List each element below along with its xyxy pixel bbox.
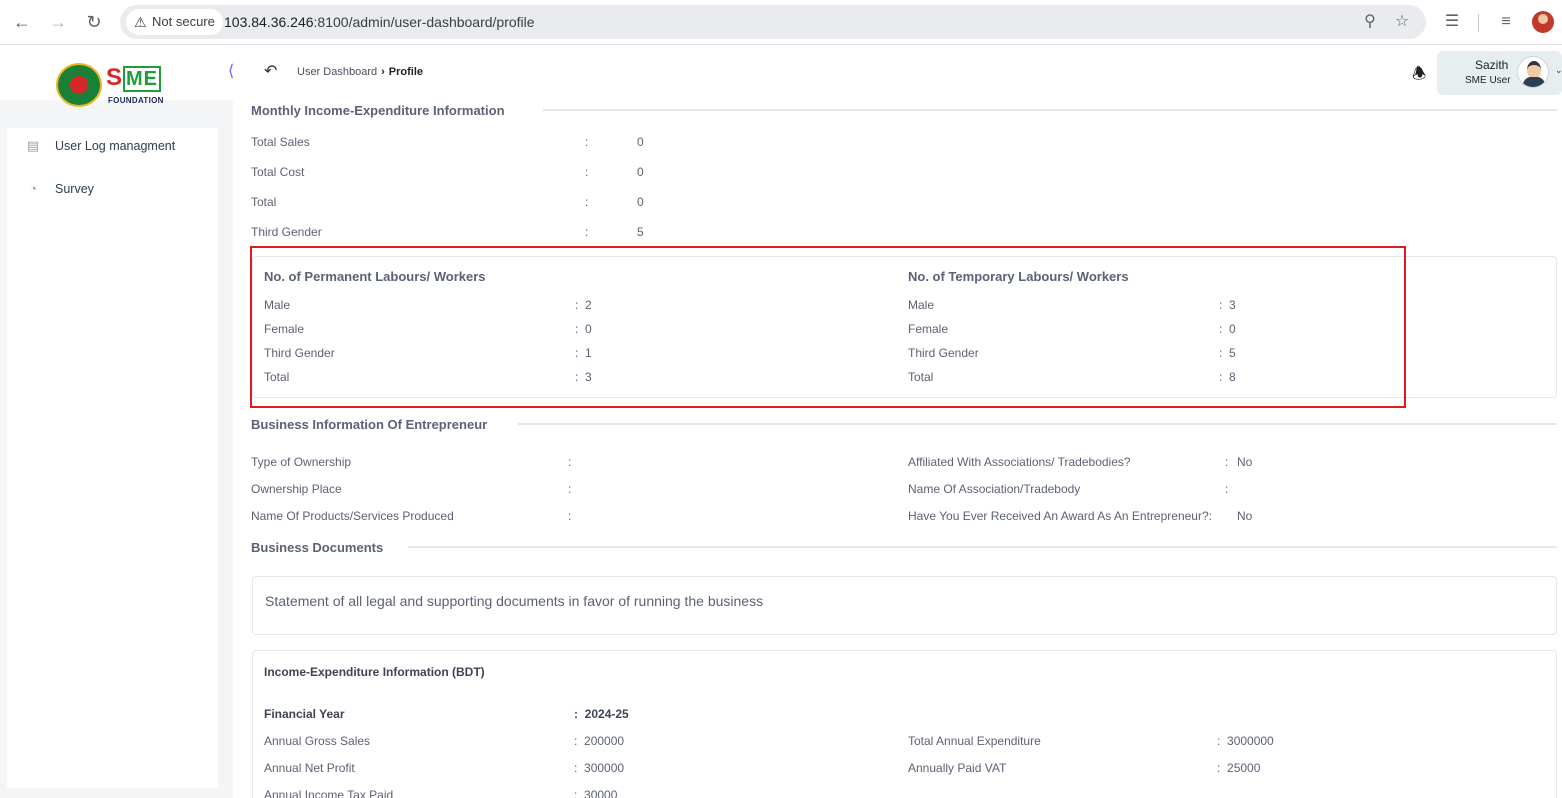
user-name: Sazith (1475, 58, 1509, 72)
colon: : (585, 225, 589, 239)
business-label: Have You Ever Received An Award As An En… (908, 509, 1212, 523)
monthly-value: 5 (637, 225, 644, 239)
address-bar[interactable]: ⚠ Not secure 103.84.36.246:8100/admin/us… (120, 5, 1426, 39)
financial-year-row: : 2024-25 (574, 707, 629, 721)
section-title-business: Business Information Of Entrepreneur (251, 417, 488, 432)
section-title-monthly: Monthly Income-Expenditure Information (251, 103, 505, 118)
monthly-value: 0 (637, 165, 644, 179)
profile-content: Monthly Income-Expenditure Information T… (233, 100, 1562, 798)
toolbar-divider (1478, 14, 1479, 32)
undo-back-icon[interactable]: ↶ (264, 61, 277, 81)
section-divider (543, 109, 1557, 111)
profile-avatar-icon[interactable] (1532, 11, 1554, 33)
section-title-documents: Business Documents (251, 540, 384, 555)
media-queue-icon[interactable]: ≡ (1494, 10, 1518, 34)
colon: : (1225, 455, 1229, 469)
emblem-icon (56, 63, 102, 107)
avatar (1517, 56, 1549, 88)
business-label: Type of Ownership (251, 455, 352, 469)
breadcrumb-current: Profile (388, 66, 423, 78)
business-label: Name Of Products/Services Produced (251, 509, 454, 523)
extensions-icon[interactable]: ☰ (1440, 10, 1464, 34)
logo-me: ME (123, 66, 162, 92)
income-value-row: : 3000000 (1217, 734, 1274, 748)
business-label: Ownership Place (251, 482, 342, 496)
logo-subtitle: FOUNDATION (108, 96, 164, 105)
financial-year-value: 2024-25 (584, 707, 629, 721)
logo-text: S ME (106, 64, 162, 92)
colon: : (568, 509, 572, 523)
income-title: Income-Expenditure Information (BDT) (264, 665, 485, 679)
log-icon: ▤ (26, 138, 40, 153)
breadcrumb-parent[interactable]: User Dashboard (297, 66, 377, 78)
income-value-row: : 300000 (574, 761, 625, 775)
income-value: 300000 (584, 761, 625, 775)
breadcrumb: User Dashboard › Profile (297, 66, 423, 78)
section-divider (408, 546, 1557, 548)
forward-arrow-icon[interactable]: → (46, 10, 70, 34)
business-label: Name Of Association/Tradebody (908, 482, 1081, 496)
url-host: 103.84.36.246 (224, 14, 314, 30)
documents-card: Statement of all legal and supporting do… (252, 576, 1557, 635)
chevron-down-icon: ⌄ (1555, 65, 1562, 75)
financial-year-label: Financial Year (264, 707, 345, 721)
sidebar-item-user-log[interactable]: ▤ User Log managment (7, 132, 218, 162)
pie-chart-icon: ◔ (29, 181, 37, 196)
colon: : (568, 482, 572, 496)
colon: : (585, 165, 589, 179)
sidebar-collapse-icon[interactable]: ⟨ (228, 61, 234, 81)
bell-icon[interactable]: 🕭 (1412, 63, 1426, 90)
back-arrow-icon[interactable]: ← (10, 10, 34, 34)
sidebar-item-label: Survey (55, 182, 94, 196)
income-label: Annually Paid VAT (908, 761, 1007, 775)
sidebar: ▤ User Log managment ◔ Survey (7, 128, 218, 788)
income-value-row: : 200000 (574, 734, 625, 748)
monthly-label: Total (251, 195, 277, 209)
business-value: No (1237, 509, 1253, 523)
browser-toolbar: ← → ↻ ⚠ Not secure 103.84.36.246:8100/ad… (0, 0, 1562, 45)
logo-s: S (106, 64, 124, 91)
sidebar-item-label: User Log managment (55, 139, 176, 153)
income-label: Annual Net Profit (264, 761, 355, 775)
income-label: Annual Gross Sales (264, 734, 371, 748)
sidebar-item-survey[interactable]: ◔ Survey (7, 175, 218, 205)
income-value-row: : 30000 (574, 788, 617, 798)
star-icon[interactable]: ☆ (1392, 12, 1412, 32)
business-label: Affiliated With Associations/ Tradebodie… (908, 455, 1131, 469)
highlight-box (250, 246, 1406, 408)
business-value: No (1237, 455, 1253, 469)
zoom-icon[interactable]: ⚲ (1360, 12, 1380, 32)
url-text[interactable]: 103.84.36.246:8100/admin/user-dashboard/… (224, 5, 535, 39)
security-chip[interactable]: ⚠ Not secure (126, 9, 223, 35)
monthly-label: Total Sales (251, 135, 310, 149)
reload-icon[interactable]: ↻ (82, 10, 106, 34)
colon: : (1225, 482, 1229, 496)
app-header: S ME FOUNDATION ⟨ ↶ User Dashboard › Profil… (0, 45, 1562, 107)
section-divider (518, 423, 1557, 425)
income-value: 25000 (1227, 761, 1261, 775)
warning-icon: ⚠ (134, 14, 147, 30)
not-secure-label: Not secure (152, 14, 215, 29)
income-value-row: : 25000 (1217, 761, 1261, 775)
chevron-right-icon: › (381, 66, 385, 78)
income-value: 200000 (584, 734, 625, 748)
colon: : (585, 135, 589, 149)
sme-foundation-logo[interactable]: S ME FOUNDATION (56, 63, 176, 107)
income-label: Total Annual Expenditure (908, 734, 1041, 748)
income-value: 3000000 (1227, 734, 1274, 748)
income-label: Annual Income Tax Paid (264, 788, 394, 798)
colon: : (585, 195, 589, 209)
url-path: :8100/admin/user-dashboard/profile (313, 14, 535, 30)
monthly-label: Total Cost (251, 165, 305, 179)
income-value: 30000 (584, 788, 618, 798)
user-menu[interactable]: Sazith SME User ⌄ (1437, 51, 1562, 95)
monthly-value: 0 (637, 135, 644, 149)
monthly-label: Third Gender (251, 225, 322, 239)
user-role: SME User (1465, 75, 1511, 86)
colon: : (568, 455, 572, 469)
documents-statement: Statement of all legal and supporting do… (265, 593, 764, 609)
monthly-value: 0 (637, 195, 644, 209)
